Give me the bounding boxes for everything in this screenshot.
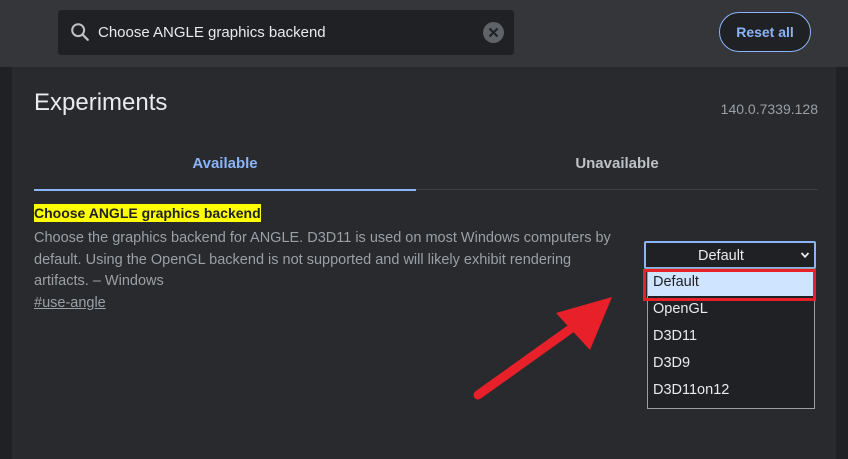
- search-input[interactable]: [98, 10, 468, 55]
- search-box[interactable]: [58, 10, 514, 55]
- clear-icon[interactable]: [483, 22, 504, 43]
- chevron-down-icon: [800, 252, 810, 259]
- flag-description-line: Choose the graphics backend for ANGLE. D…: [34, 230, 611, 246]
- flag-description-line: default. Using the OpenGL backend is not…: [34, 251, 572, 268]
- tab-unavailable[interactable]: Unavailable: [416, 155, 818, 190]
- flag-anchor-link[interactable]: #use-angle: [34, 295, 106, 311]
- reset-all-button[interactable]: Reset all: [719, 12, 811, 52]
- experiments-panel: Experiments 140.0.7339.128 Available Una…: [12, 67, 836, 459]
- dropdown-option-d3d11[interactable]: D3D11: [648, 323, 814, 350]
- version-label: 140.0.7339.128: [720, 101, 818, 117]
- tab-available-label: Available: [192, 155, 258, 172]
- flag-description-line: artifacts. – Windows: [34, 273, 164, 289]
- flag-description: Choose the graphics backend for ANGLE. D…: [34, 228, 614, 293]
- tab-unavailable-label: Unavailable: [575, 155, 659, 172]
- flag-select-value: Default: [698, 248, 744, 264]
- flag-title: Choose ANGLE graphics backend: [34, 204, 261, 222]
- header: Reset all: [0, 0, 848, 67]
- flag-select[interactable]: Default: [644, 241, 816, 269]
- dropdown-option-d3d11on12[interactable]: D3D11on12: [648, 377, 814, 404]
- annotation-highlight-box: [643, 269, 816, 301]
- tab-available[interactable]: Available: [34, 155, 416, 191]
- search-icon: [71, 23, 89, 41]
- dropdown-option-d3d9[interactable]: D3D9: [648, 350, 814, 377]
- page-title: Experiments: [34, 89, 168, 116]
